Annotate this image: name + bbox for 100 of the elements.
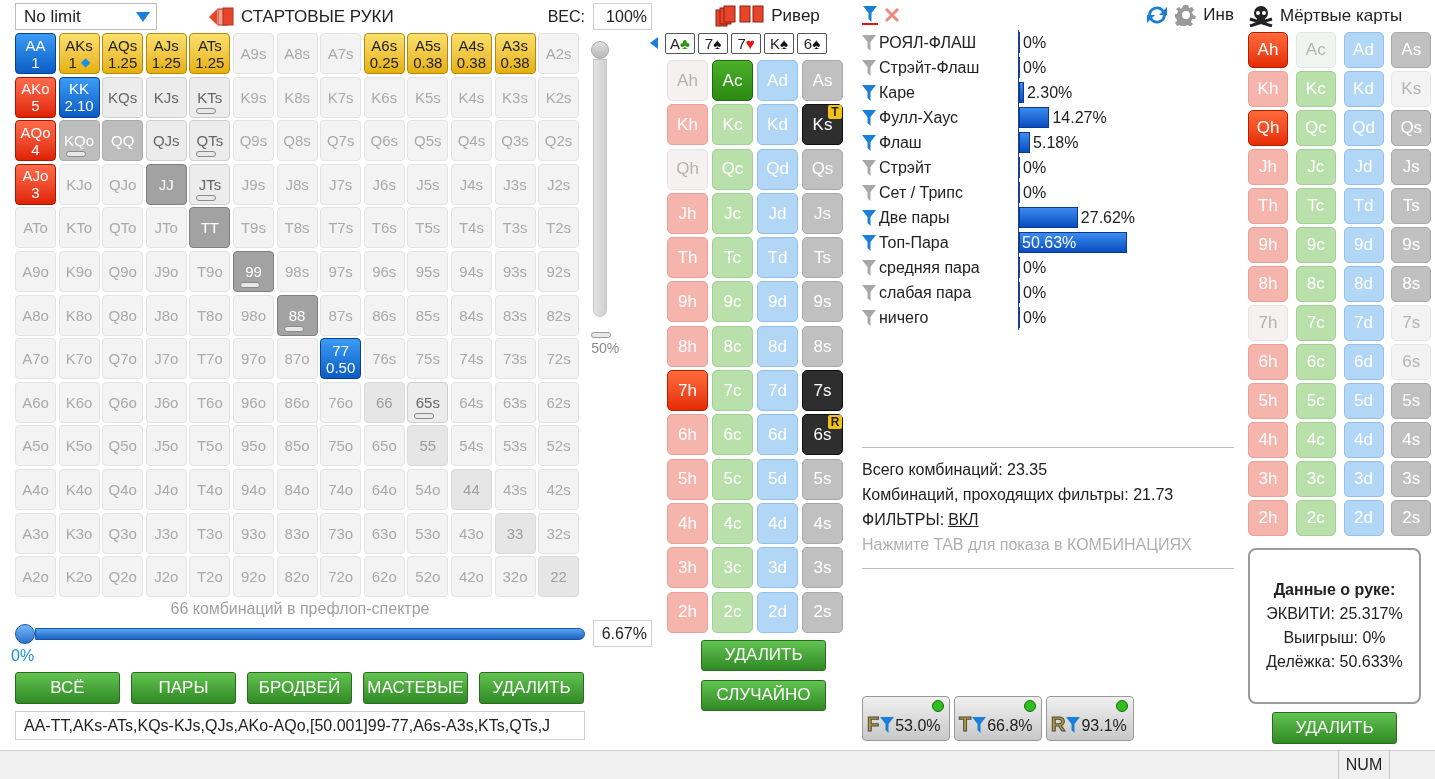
hand-cell[interactable]: Q3o bbox=[102, 512, 144, 554]
deck-card[interactable]: Js bbox=[1391, 149, 1432, 185]
hand-cell[interactable]: K8s bbox=[276, 76, 318, 118]
hand-cell[interactable]: K3o bbox=[58, 512, 100, 554]
deck-card[interactable]: 3c bbox=[1295, 461, 1336, 497]
hand-cell[interactable]: Q8o bbox=[102, 294, 144, 336]
range-button[interactable]: ПАРЫ bbox=[131, 672, 236, 705]
deck-card[interactable]: 8h bbox=[1248, 266, 1288, 302]
hand-cell[interactable]: T6o bbox=[189, 381, 231, 423]
deck-card[interactable]: Qc bbox=[1295, 110, 1336, 146]
deck-card[interactable]: 9h bbox=[1248, 227, 1288, 263]
deck-card[interactable]: 5s bbox=[802, 458, 843, 500]
slider-thumb[interactable] bbox=[591, 41, 610, 59]
hand-cell[interactable]: KQo bbox=[58, 120, 100, 162]
deck-card[interactable]: Qd bbox=[1343, 110, 1384, 146]
hand-cell[interactable]: 97s bbox=[320, 250, 362, 292]
hand-cell[interactable]: 53o bbox=[407, 512, 449, 554]
deck-card[interactable]: 2s bbox=[1391, 500, 1432, 536]
hand-cell[interactable]: K5s bbox=[407, 76, 449, 118]
hand-cell[interactable]: Q8s bbox=[276, 120, 318, 162]
deck-card[interactable]: Qs bbox=[1391, 110, 1432, 146]
hand-cell[interactable]: T5o bbox=[189, 425, 231, 467]
hand-cell[interactable]: A2o bbox=[15, 556, 56, 598]
hand-cell[interactable]: AJs 1.25 bbox=[145, 33, 187, 74]
hand-cell[interactable]: K6s bbox=[363, 76, 405, 118]
deck-card[interactable]: 8s bbox=[802, 325, 843, 367]
hand-cell[interactable]: Q4o bbox=[102, 468, 144, 510]
hand-cell[interactable]: 95o bbox=[232, 425, 274, 467]
hand-cell[interactable]: T9o bbox=[189, 250, 231, 292]
hand-cell[interactable]: T7o bbox=[189, 338, 231, 380]
hand-cell[interactable]: Q2s bbox=[538, 120, 580, 162]
hand-cell[interactable]: 94s bbox=[450, 250, 492, 292]
hand-cell[interactable]: J4o bbox=[145, 468, 187, 510]
hand-cell[interactable]: 54o bbox=[407, 468, 449, 510]
hand-cell[interactable]: 65o bbox=[363, 425, 405, 467]
deck-card[interactable]: 2h bbox=[667, 591, 708, 633]
deck-card[interactable]: 7c bbox=[712, 370, 753, 412]
hand-cell[interactable]: 63s bbox=[494, 381, 536, 423]
hand-cell[interactable]: K8o bbox=[58, 294, 100, 336]
hand-cell[interactable]: 86s bbox=[363, 294, 405, 336]
hand-cell[interactable]: 96s bbox=[363, 250, 405, 292]
hand-cell[interactable]: A2s bbox=[538, 33, 580, 74]
hand-cell[interactable]: J8o bbox=[145, 294, 187, 336]
deck-card[interactable]: Tc bbox=[1295, 188, 1336, 224]
deck-card[interactable]: Td bbox=[757, 237, 798, 279]
hand-cell[interactable]: 64o bbox=[363, 468, 405, 510]
deck-card[interactable]: 9d bbox=[1343, 227, 1384, 263]
hand-cell[interactable]: 54s bbox=[450, 425, 492, 467]
deck-card[interactable]: Jh bbox=[667, 192, 708, 234]
hand-cell[interactable]: J7s bbox=[320, 163, 362, 205]
hand-cell[interactable]: J5o bbox=[145, 425, 187, 467]
hand-cell[interactable]: 82s bbox=[538, 294, 580, 336]
deck-card[interactable]: Th bbox=[1248, 188, 1288, 224]
hand-cell[interactable]: J8s bbox=[276, 163, 318, 205]
deck-card[interactable]: Kh bbox=[667, 104, 708, 146]
deck-card[interactable]: Qh bbox=[1248, 110, 1288, 146]
hand-cell[interactable]: ATs 1.25 bbox=[189, 33, 231, 74]
range-button[interactable]: МАСТЕВЫЕ bbox=[363, 672, 468, 705]
range-button[interactable]: УДАЛИТЬ bbox=[479, 672, 584, 705]
hand-cell[interactable]: J9s bbox=[232, 163, 274, 205]
hand-cell[interactable]: K6o bbox=[58, 381, 100, 423]
hand-cell[interactable]: QJo bbox=[102, 163, 144, 205]
deck-card[interactable]: 8d bbox=[757, 325, 798, 367]
hand-cell[interactable]: KK 2.10 bbox=[58, 76, 100, 118]
hand-cell[interactable]: K9s bbox=[232, 76, 274, 118]
deck-card[interactable]: As bbox=[802, 60, 843, 101]
range-text-field[interactable]: AA-TT,AKs-ATs,KQs-KJs,QJs,AKo-AQo,[50.001]99-77,A6s-A3s,KTs,QTs,J bbox=[15, 711, 585, 741]
deck-card[interactable]: 6h bbox=[667, 414, 708, 456]
filter-toggle[interactable] bbox=[862, 5, 878, 25]
hand-cell[interactable]: 75o bbox=[320, 425, 362, 467]
hand-cell[interactable]: 82o bbox=[276, 556, 318, 598]
hand-cell[interactable]: A7s bbox=[320, 33, 362, 74]
deck-card[interactable]: 9d bbox=[757, 281, 798, 323]
deck-card[interactable]: 8h bbox=[667, 325, 708, 367]
board-card[interactable]: 7♥ bbox=[731, 32, 761, 54]
deck-card[interactable]: 4s bbox=[802, 502, 843, 544]
deck-card[interactable]: Kd bbox=[757, 104, 798, 146]
hand-cell[interactable]: QQ bbox=[102, 120, 144, 162]
hand-cell[interactable]: KJo bbox=[58, 163, 100, 205]
deck-card[interactable]: 7c bbox=[1295, 305, 1336, 341]
hand-cell[interactable]: 87o bbox=[276, 338, 318, 380]
deck-card[interactable]: 9s bbox=[1391, 227, 1432, 263]
board-button[interactable]: СЛУЧАЙНО bbox=[701, 679, 826, 711]
hand-cell[interactable]: QTs bbox=[189, 120, 231, 162]
game-dropdown[interactable]: No limit bbox=[15, 3, 157, 30]
deck-card[interactable]: 3c bbox=[712, 547, 753, 589]
board-card[interactable]: 6♠ bbox=[797, 32, 827, 54]
deck-card[interactable]: 5s bbox=[1391, 383, 1432, 419]
hand-cell[interactable]: JTs bbox=[189, 163, 231, 205]
hand-cell[interactable]: T8o bbox=[189, 294, 231, 336]
hand-cell[interactable]: 98o bbox=[232, 294, 274, 336]
deck-card[interactable]: Tc bbox=[712, 237, 753, 279]
invert-label[interactable]: Инв bbox=[1203, 2, 1234, 28]
hand-cell[interactable]: KTo bbox=[58, 207, 100, 249]
hand-cell[interactable]: 93o bbox=[232, 512, 274, 554]
dead-cards-button[interactable]: УДАЛИТЬ bbox=[1272, 712, 1397, 744]
hand-cell[interactable]: AJo 3 bbox=[15, 163, 56, 205]
deck-card[interactable]: 9c bbox=[712, 281, 753, 323]
deck-card[interactable]: 6c bbox=[712, 414, 753, 456]
hand-cell[interactable]: 84s bbox=[450, 294, 492, 336]
